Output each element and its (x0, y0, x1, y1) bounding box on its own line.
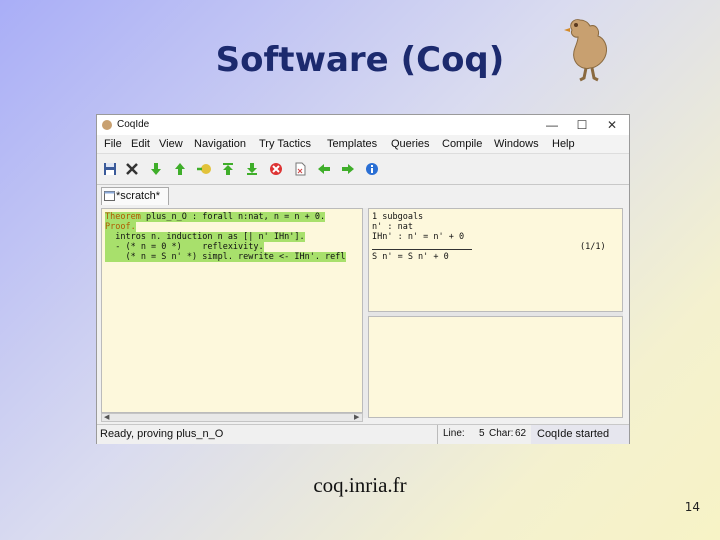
arrow-down-icon[interactable] (147, 160, 165, 178)
coqide-window: CoqIde — ☐ ✕ File Edit View Navigation T… (96, 114, 630, 444)
maximize-button[interactable]: ☐ (571, 117, 593, 133)
script-editor[interactable]: Theorem plus_n_O : forall n:nat, n = n +… (101, 208, 363, 413)
hypothesis: n' : nat (372, 222, 413, 232)
title-bar: CoqIde — ☐ ✕ (97, 115, 629, 135)
menu-view[interactable]: View (159, 138, 183, 150)
coqide-app-icon (102, 120, 112, 130)
menu-bar: File Edit View Navigation Try Tactics Te… (97, 135, 629, 154)
code-line: intros n. induction n as [| n' IHn']. (105, 232, 305, 242)
menu-navigation[interactable]: Navigation (194, 138, 246, 150)
subgoal-count: 1 subgoals (372, 212, 424, 222)
menu-compile[interactable]: Compile (442, 138, 482, 150)
interpret-icon[interactable] (195, 160, 213, 178)
menu-windows[interactable]: Windows (494, 138, 539, 150)
line-label: Line: (443, 428, 465, 439)
menu-queries[interactable]: Queries (391, 138, 430, 150)
arrow-up-icon[interactable] (171, 160, 189, 178)
document-tab-icon (104, 191, 115, 201)
document-icon[interactable] (291, 160, 309, 178)
coqide-status-text: CoqIde started (537, 428, 610, 440)
close-window-button[interactable]: ✕ (601, 117, 623, 133)
slide-caption: coq.inria.fr (313, 473, 407, 497)
code-line: Theorem plus_n_O : forall n:nat, n = n +… (105, 212, 326, 222)
coq-rooster-logo (564, 19, 607, 82)
line-value: 5 (479, 428, 485, 439)
hypothesis: IHn' : n' = n' + 0 (372, 232, 465, 242)
goal-counter: (1/1) (580, 242, 606, 252)
tab-bar: *scratch* (97, 185, 629, 207)
horizontal-scrollbar[interactable]: ◀ ▶ (101, 413, 363, 422)
messages-panel (368, 316, 623, 418)
status-message: Ready, proving plus_n_O (100, 428, 224, 440)
window-title: CoqIde (117, 119, 150, 130)
goals-panel: 1 subgoals n' : nat IHn' : n' = n' + 0 (… (368, 208, 623, 312)
code-line: - (* n = 0 *) reflexivity. (105, 242, 264, 252)
tab-label: *scratch* (116, 190, 161, 202)
scroll-right-icon[interactable]: ▶ (354, 413, 359, 421)
menu-edit[interactable]: Edit (131, 138, 150, 150)
tab-scratch[interactable]: *scratch* (101, 187, 169, 205)
code-line: Proof. (105, 222, 136, 232)
goal-separator (372, 249, 472, 250)
menu-templates[interactable]: Templates (327, 138, 377, 150)
stop-icon[interactable] (267, 160, 285, 178)
page-number: 14 (684, 500, 700, 514)
close-icon[interactable] (123, 160, 141, 178)
char-label: Char: (489, 428, 514, 439)
toolbar (97, 154, 629, 185)
status-bar: Ready, proving plus_n_O Line: 5 Char: 62… (97, 424, 629, 444)
code-line: (* n = S n' *) simpl. rewrite <- IHn'. r… (105, 252, 346, 262)
arrow-right-icon[interactable] (339, 160, 357, 178)
arrow-left-icon[interactable] (315, 160, 333, 178)
char-value: 62 (515, 428, 527, 439)
save-icon[interactable] (101, 160, 119, 178)
goto-top-icon[interactable] (219, 160, 237, 178)
goal-conclusion: S n' = S n' + 0 (372, 252, 449, 262)
menu-help[interactable]: Help (552, 138, 575, 150)
coqide-status: CoqIde started (531, 425, 629, 444)
status-divider (437, 425, 438, 444)
menu-try-tactics[interactable]: Try Tactics (259, 138, 311, 150)
info-icon[interactable] (363, 160, 381, 178)
scroll-left-icon[interactable]: ◀ (104, 413, 109, 421)
goto-end-icon[interactable] (243, 160, 261, 178)
minimize-button[interactable]: — (541, 117, 563, 133)
menu-file[interactable]: File (104, 138, 122, 150)
